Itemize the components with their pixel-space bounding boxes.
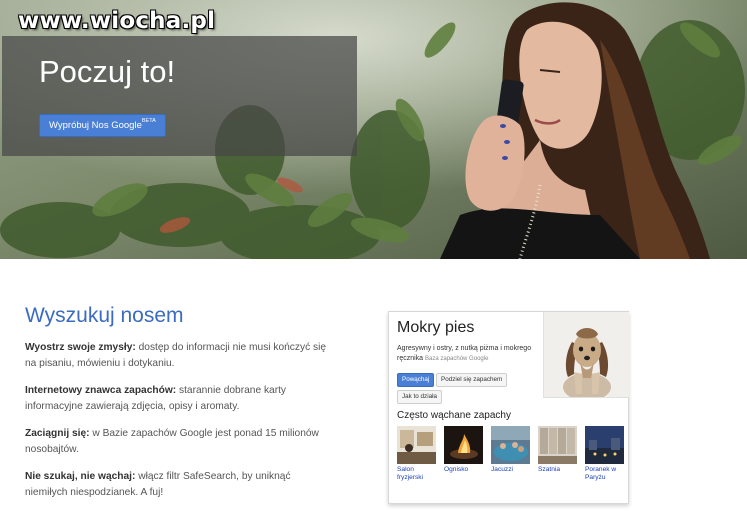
section-heading: Wyszukuj nosem	[25, 304, 184, 327]
salon-image	[397, 426, 436, 464]
share-scent-button[interactable]: Podziel się zapachem	[436, 373, 508, 387]
wet-dog-image	[543, 312, 629, 398]
jacuzzi-image	[491, 426, 530, 464]
paris-morning-image	[585, 426, 624, 464]
campfire-image	[444, 426, 483, 464]
feature-item: Internetowy znawca zapachów: starannie d…	[25, 383, 335, 415]
locker-room-image	[538, 426, 577, 464]
try-google-nose-button[interactable]: Wypróbuj Nos GoogleBETA	[39, 114, 166, 137]
card-description: Agresywny i ostry, z nutką piżma i mokre…	[397, 344, 547, 364]
thumb-label: Ognisko	[444, 466, 469, 473]
feature-item: Wyostrz swoje zmysły: dostęp do informac…	[25, 340, 335, 372]
hero-title: Poczuj to!	[39, 54, 176, 89]
how-it-works-button[interactable]: Jak to działa	[397, 390, 443, 404]
sniff-button[interactable]: Powąchaj	[397, 373, 435, 387]
thumb-label: Poranek w Paryżu	[585, 466, 617, 481]
feature-item: Zaciągnij się: w Bazie zapachów Google j…	[25, 426, 335, 458]
feature-bold: Internetowy znawca zapachów:	[25, 385, 177, 396]
thumb-label: Salon fryzjerski	[397, 466, 424, 481]
beta-badge: BETA	[141, 118, 156, 124]
dog-illustration	[544, 312, 629, 397]
card-source: Baza zapachów Google	[425, 356, 489, 362]
feature-bold: Nie szukaj, nie wąchaj:	[25, 471, 136, 482]
thumb-salon[interactable]: Salon fryzjerski	[397, 426, 436, 482]
hero-banner: Poczuj to! Wypróbuj Nos GoogleBETA www.w…	[0, 0, 747, 259]
thumb-label: Szatnia	[538, 466, 560, 473]
thumb-locker-room[interactable]: Szatnia	[538, 426, 577, 474]
knowledge-card: Mokry pies Agresywny i ostry, z nutką pi…	[388, 311, 629, 504]
feature-item: Nie szukaj, nie wąchaj: włącz filtr Safe…	[25, 469, 335, 501]
thumb-label: Jacuzzi	[491, 466, 513, 473]
thumb-campfire[interactable]: Ognisko	[444, 426, 483, 474]
card-title: Mokry pies	[397, 319, 475, 336]
feature-bold: Zaciągnij się:	[25, 428, 90, 439]
thumb-paris-morning[interactable]: Poranek w Paryżu	[585, 426, 624, 482]
hero-overlay-panel: Poczuj to! Wypróbuj Nos GoogleBETA	[2, 36, 357, 156]
watermark: www.wiocha.pl	[18, 8, 216, 34]
try-button-label: Wypróbuj Nos Google	[49, 120, 142, 131]
often-sniffed-heading: Często wąchane zapachy	[397, 410, 511, 421]
feature-bold: Wyostrz swoje zmysły:	[25, 342, 136, 353]
thumb-jacuzzi[interactable]: Jacuzzi	[491, 426, 530, 474]
feature-list: Wyostrz swoje zmysły: dostęp do informac…	[25, 340, 335, 511]
